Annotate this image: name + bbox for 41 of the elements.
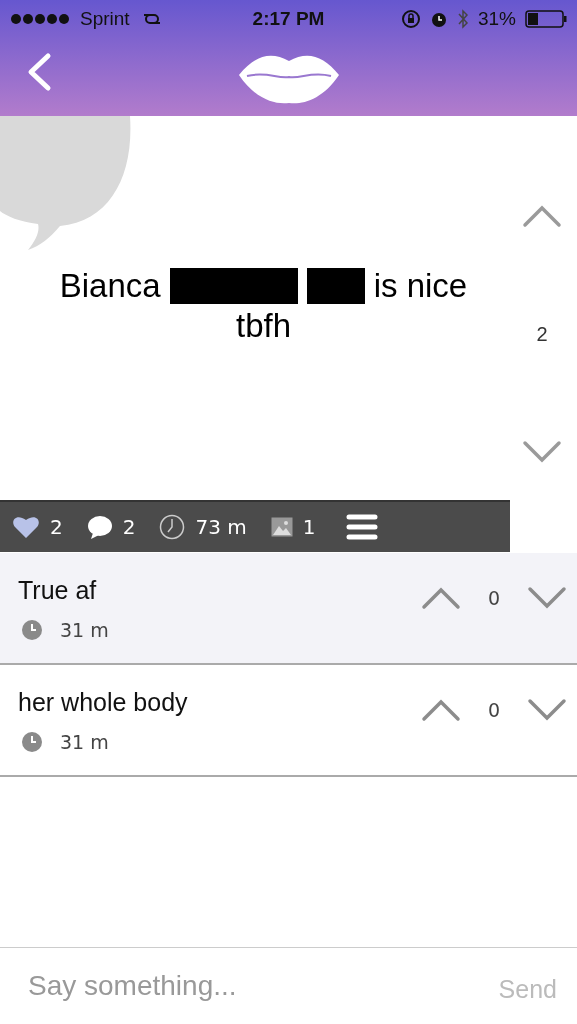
signal-icon [10, 13, 70, 25]
upvote-button[interactable] [522, 204, 562, 228]
message-field[interactable]: Say something... [26, 969, 491, 1003]
clock-icon [22, 619, 42, 640]
upvote-button[interactable] [421, 586, 461, 610]
status-time: 2:17 PM [252, 8, 325, 30]
downvote-button[interactable] [527, 698, 567, 722]
clock-icon [22, 731, 42, 752]
vote-count: 2 [536, 322, 548, 346]
battery-percent: 31% [477, 8, 516, 30]
upvote-button[interactable] [421, 698, 461, 722]
post-age: 73 m [195, 515, 247, 539]
comment-count: 2 [122, 515, 136, 539]
like-count: 2 [50, 515, 63, 539]
post-text: tbfh [235, 307, 291, 345]
speech-bubble-icon [0, 116, 132, 251]
comment-text: her whole body [18, 687, 189, 717]
battery-icon [525, 10, 567, 28]
vote-count: 0 [487, 587, 501, 609]
post-text: Bianca [59, 267, 161, 305]
menu-button[interactable] [345, 513, 378, 541]
heart-icon[interactable] [12, 515, 40, 539]
clock-icon [159, 514, 186, 540]
post-text: is nice [373, 267, 468, 305]
comment-time: 31 m [60, 730, 109, 753]
comment-row[interactable]: True af 31 m 0 [0, 553, 577, 665]
alarm-icon [429, 10, 448, 28]
bluetooth-icon [456, 9, 469, 29]
vote-count: 0 [487, 699, 501, 721]
back-button[interactable] [26, 52, 52, 92]
speech-bubble-icon[interactable] [86, 515, 113, 539]
downvote-button[interactable] [522, 440, 562, 464]
image-icon[interactable] [270, 517, 293, 537]
comment-time: 31 m [60, 618, 109, 641]
comment-row[interactable]: her whole body 31 m 0 [0, 665, 577, 777]
image-count: 1 [302, 515, 316, 539]
rotation-lock-icon [400, 9, 421, 29]
comment-text: True af [18, 575, 98, 605]
redaction-bar [306, 268, 365, 304]
downvote-button[interactable] [527, 586, 567, 610]
carrier-name: Sprint [80, 8, 130, 30]
